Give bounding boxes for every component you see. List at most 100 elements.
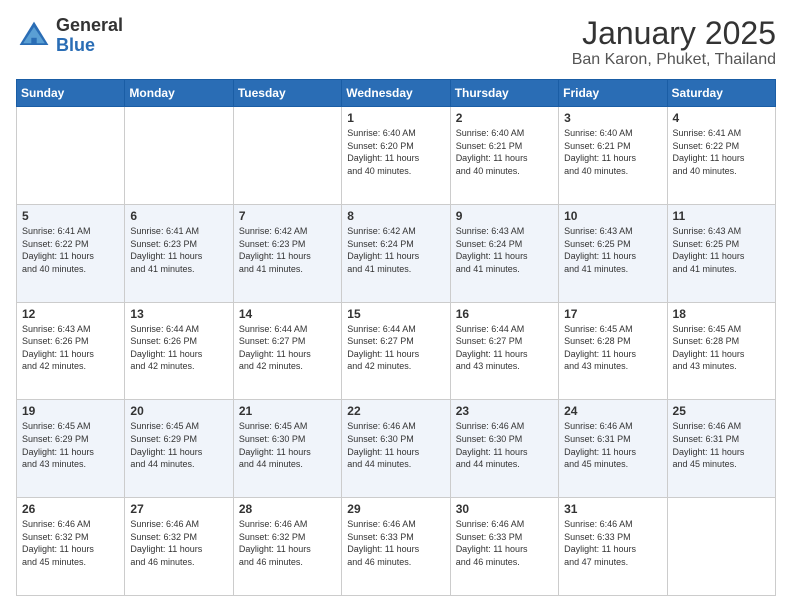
- calendar-cell: 28 Sunrise: 6:46 AM Sunset: 6:32 PM Dayli…: [233, 498, 341, 596]
- day-info: Sunrise: 6:42 AM Sunset: 6:24 PM Dayligh…: [347, 225, 444, 275]
- day-number: 27: [130, 502, 227, 516]
- day-info: Sunrise: 6:46 AM Sunset: 6:30 PM Dayligh…: [456, 420, 553, 470]
- calendar-cell: 6 Sunrise: 6:41 AM Sunset: 6:23 PM Daylig…: [125, 204, 233, 302]
- day-info: Sunrise: 6:41 AM Sunset: 6:22 PM Dayligh…: [673, 127, 770, 177]
- day-info: Sunrise: 6:46 AM Sunset: 6:30 PM Dayligh…: [347, 420, 444, 470]
- calendar-cell: 8 Sunrise: 6:42 AM Sunset: 6:24 PM Daylig…: [342, 204, 450, 302]
- calendar-subtitle: Ban Karon, Phuket, Thailand: [572, 51, 776, 69]
- day-number: 29: [347, 502, 444, 516]
- day-info: Sunrise: 6:45 AM Sunset: 6:28 PM Dayligh…: [564, 323, 661, 373]
- day-number: 7: [239, 209, 336, 223]
- day-info: Sunrise: 6:46 AM Sunset: 6:33 PM Dayligh…: [564, 518, 661, 568]
- calendar-cell: [667, 498, 775, 596]
- calendar-cell: 7 Sunrise: 6:42 AM Sunset: 6:23 PM Daylig…: [233, 204, 341, 302]
- calendar-table: SundayMondayTuesdayWednesdayThursdayFrid…: [16, 79, 776, 596]
- calendar-cell: 19 Sunrise: 6:45 AM Sunset: 6:29 PM Dayli…: [17, 400, 125, 498]
- day-info: Sunrise: 6:45 AM Sunset: 6:28 PM Dayligh…: [673, 323, 770, 373]
- logo-icon: [16, 18, 52, 54]
- calendar-cell: [125, 107, 233, 205]
- day-number: 26: [22, 502, 119, 516]
- logo-blue-text: Blue: [56, 36, 123, 56]
- day-number: 3: [564, 111, 661, 125]
- day-number: 4: [673, 111, 770, 125]
- calendar-cell: [233, 107, 341, 205]
- day-info: Sunrise: 6:43 AM Sunset: 6:24 PM Dayligh…: [456, 225, 553, 275]
- logo-text: General Blue: [56, 16, 123, 56]
- day-info: Sunrise: 6:43 AM Sunset: 6:25 PM Dayligh…: [673, 225, 770, 275]
- day-info: Sunrise: 6:41 AM Sunset: 6:22 PM Dayligh…: [22, 225, 119, 275]
- title-block: January 2025 Ban Karon, Phuket, Thailand: [572, 16, 776, 69]
- day-number: 14: [239, 307, 336, 321]
- calendar-cell: 20 Sunrise: 6:45 AM Sunset: 6:29 PM Dayli…: [125, 400, 233, 498]
- calendar-cell: 31 Sunrise: 6:46 AM Sunset: 6:33 PM Dayli…: [559, 498, 667, 596]
- calendar-cell: 21 Sunrise: 6:45 AM Sunset: 6:30 PM Dayli…: [233, 400, 341, 498]
- day-number: 16: [456, 307, 553, 321]
- day-number: 11: [673, 209, 770, 223]
- day-number: 15: [347, 307, 444, 321]
- day-number: 17: [564, 307, 661, 321]
- calendar-cell: 29 Sunrise: 6:46 AM Sunset: 6:33 PM Dayli…: [342, 498, 450, 596]
- day-number: 30: [456, 502, 553, 516]
- day-info: Sunrise: 6:46 AM Sunset: 6:33 PM Dayligh…: [456, 518, 553, 568]
- calendar-title: January 2025: [572, 16, 776, 51]
- day-header-tuesday: Tuesday: [233, 80, 341, 107]
- day-info: Sunrise: 6:40 AM Sunset: 6:21 PM Dayligh…: [564, 127, 661, 177]
- day-number: 6: [130, 209, 227, 223]
- day-info: Sunrise: 6:43 AM Sunset: 6:26 PM Dayligh…: [22, 323, 119, 373]
- calendar-cell: 11 Sunrise: 6:43 AM Sunset: 6:25 PM Dayli…: [667, 204, 775, 302]
- header: General Blue January 2025 Ban Karon, Phu…: [16, 16, 776, 69]
- calendar-cell: 17 Sunrise: 6:45 AM Sunset: 6:28 PM Dayli…: [559, 302, 667, 400]
- day-info: Sunrise: 6:46 AM Sunset: 6:31 PM Dayligh…: [564, 420, 661, 470]
- calendar-cell: 22 Sunrise: 6:46 AM Sunset: 6:30 PM Dayli…: [342, 400, 450, 498]
- day-number: 21: [239, 404, 336, 418]
- calendar-cell: 4 Sunrise: 6:41 AM Sunset: 6:22 PM Daylig…: [667, 107, 775, 205]
- calendar-cell: 3 Sunrise: 6:40 AM Sunset: 6:21 PM Daylig…: [559, 107, 667, 205]
- calendar-cell: 2Sunrise: 6:40 AM Sunset: 6:21 PM Daylig…: [450, 107, 558, 205]
- day-info: Sunrise: 6:45 AM Sunset: 6:30 PM Dayligh…: [239, 420, 336, 470]
- day-info: Sunrise: 6:45 AM Sunset: 6:29 PM Dayligh…: [22, 420, 119, 470]
- day-header-sunday: Sunday: [17, 80, 125, 107]
- day-number: 24: [564, 404, 661, 418]
- day-info: Sunrise: 6:46 AM Sunset: 6:31 PM Dayligh…: [673, 420, 770, 470]
- day-info: Sunrise: 6:46 AM Sunset: 6:33 PM Dayligh…: [347, 518, 444, 568]
- calendar-cell: 10Sunrise: 6:43 AM Sunset: 6:25 PM Dayli…: [559, 204, 667, 302]
- day-number: 19: [22, 404, 119, 418]
- day-info: Sunrise: 6:44 AM Sunset: 6:27 PM Dayligh…: [456, 323, 553, 373]
- day-number: 25: [673, 404, 770, 418]
- day-info: Sunrise: 6:46 AM Sunset: 6:32 PM Dayligh…: [22, 518, 119, 568]
- calendar-cell: 14 Sunrise: 6:44 AM Sunset: 6:27 PM Dayli…: [233, 302, 341, 400]
- day-info: Sunrise: 6:44 AM Sunset: 6:27 PM Dayligh…: [347, 323, 444, 373]
- day-info: Sunrise: 6:46 AM Sunset: 6:32 PM Dayligh…: [130, 518, 227, 568]
- day-header-wednesday: Wednesday: [342, 80, 450, 107]
- day-info: Sunrise: 6:42 AM Sunset: 6:23 PM Dayligh…: [239, 225, 336, 275]
- day-number: 28: [239, 502, 336, 516]
- day-info: Sunrise: 6:46 AM Sunset: 6:32 PM Dayligh…: [239, 518, 336, 568]
- calendar-cell: 15 Sunrise: 6:44 AM Sunset: 6:27 PM Dayli…: [342, 302, 450, 400]
- calendar-cell: 27 Sunrise: 6:46 AM Sunset: 6:32 PM Dayli…: [125, 498, 233, 596]
- day-info: Sunrise: 6:45 AM Sunset: 6:29 PM Dayligh…: [130, 420, 227, 470]
- day-number: 20: [130, 404, 227, 418]
- calendar-cell: 12Sunrise: 6:43 AM Sunset: 6:26 PM Dayli…: [17, 302, 125, 400]
- day-info: Sunrise: 6:44 AM Sunset: 6:27 PM Dayligh…: [239, 323, 336, 373]
- page: General Blue January 2025 Ban Karon, Phu…: [0, 0, 792, 612]
- week-row-1: 1Sunrise: 6:40 AM Sunset: 6:20 PM Daylig…: [17, 107, 776, 205]
- day-number: 9: [456, 209, 553, 223]
- calendar-cell: [17, 107, 125, 205]
- calendar-cell: 24 Sunrise: 6:46 AM Sunset: 6:31 PM Dayli…: [559, 400, 667, 498]
- day-number: 22: [347, 404, 444, 418]
- calendar-cell: 5Sunrise: 6:41 AM Sunset: 6:22 PM Daylig…: [17, 204, 125, 302]
- day-number: 8: [347, 209, 444, 223]
- day-header-thursday: Thursday: [450, 80, 558, 107]
- day-number: 10: [564, 209, 661, 223]
- day-header-saturday: Saturday: [667, 80, 775, 107]
- calendar-cell: 23Sunrise: 6:46 AM Sunset: 6:30 PM Dayli…: [450, 400, 558, 498]
- calendar-header-row: SundayMondayTuesdayWednesdayThursdayFrid…: [17, 80, 776, 107]
- week-row-2: 5Sunrise: 6:41 AM Sunset: 6:22 PM Daylig…: [17, 204, 776, 302]
- day-info: Sunrise: 6:40 AM Sunset: 6:20 PM Dayligh…: [347, 127, 444, 177]
- day-info: Sunrise: 6:41 AM Sunset: 6:23 PM Dayligh…: [130, 225, 227, 275]
- week-row-5: 26 Sunrise: 6:46 AM Sunset: 6:32 PM Dayli…: [17, 498, 776, 596]
- day-number: 18: [673, 307, 770, 321]
- day-number: 31: [564, 502, 661, 516]
- calendar-cell: 25 Sunrise: 6:46 AM Sunset: 6:31 PM Dayli…: [667, 400, 775, 498]
- week-row-4: 19 Sunrise: 6:45 AM Sunset: 6:29 PM Dayli…: [17, 400, 776, 498]
